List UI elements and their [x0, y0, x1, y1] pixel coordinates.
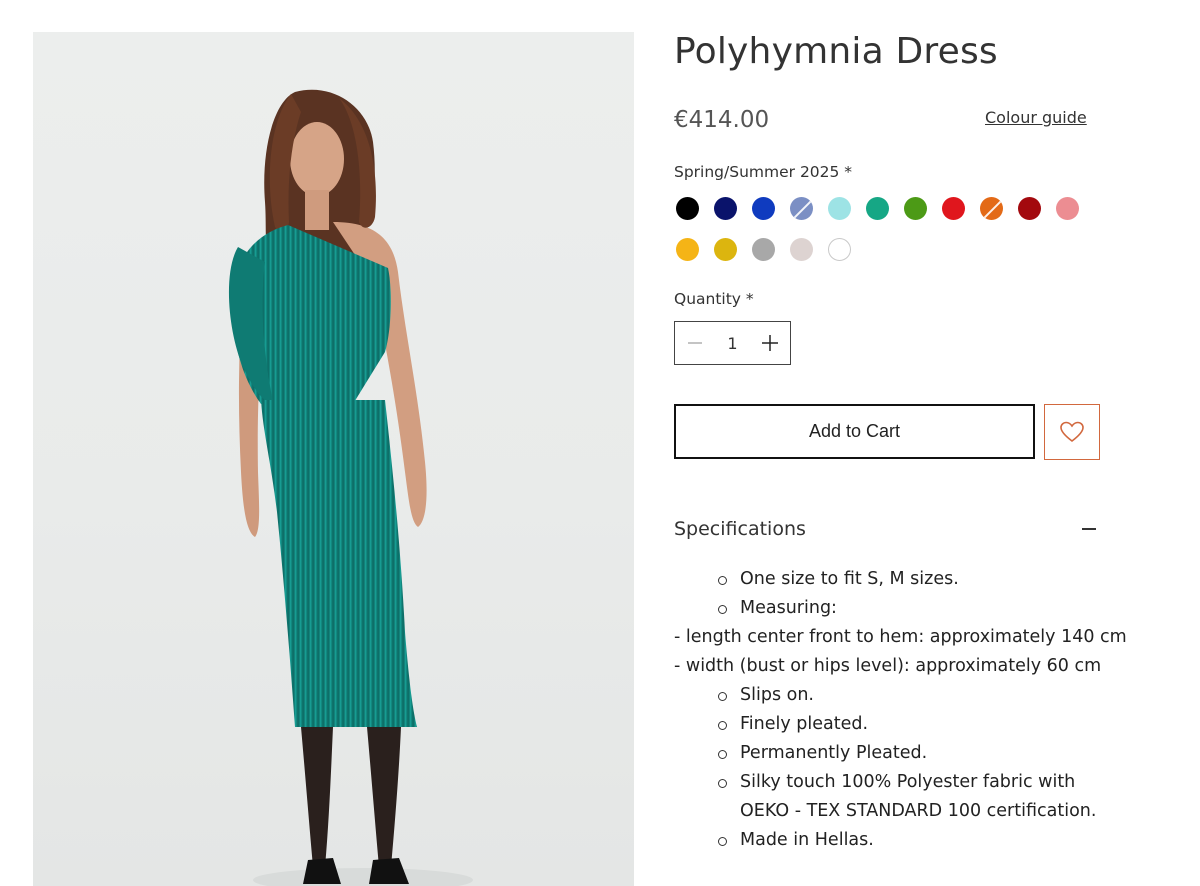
colour-swatch-amber[interactable] — [676, 238, 699, 261]
colour-swatch-white[interactable] — [828, 238, 851, 261]
spec-item: Measuring: — [674, 594, 1114, 623]
minus-icon — [688, 342, 702, 344]
spec-item-text: Measuring: — [740, 598, 837, 618]
colour-swatch-light-taupe[interactable] — [790, 238, 813, 261]
spec-item-text: Silky touch 100% Polyester fabric with — [740, 772, 1076, 792]
colour-swatch-black[interactable] — [676, 197, 699, 220]
colour-swatch-green[interactable] — [904, 197, 927, 220]
heart-icon — [1060, 421, 1084, 443]
spec-item-text: One size to fit S, M sizes. — [740, 569, 959, 589]
colour-swatch-grey[interactable] — [752, 238, 775, 261]
colour-swatch-jade[interactable] — [866, 197, 889, 220]
quantity-stepper: 1 — [674, 321, 791, 365]
colour-swatch-periwinkle[interactable] — [790, 197, 813, 220]
quantity-label: Quantity * — [674, 290, 754, 308]
colour-collection-label: Spring/Summer 2025 * — [674, 163, 853, 181]
spec-item: OEKO - TEX STANDARD 100 certification. — [674, 797, 1114, 826]
bullet-circle-icon — [718, 779, 727, 788]
product-image[interactable] — [33, 32, 634, 886]
add-to-cart-button[interactable]: Add to Cart — [674, 404, 1035, 459]
colour-swatch-orange[interactable] — [980, 197, 1003, 220]
collapse-icon — [1082, 528, 1096, 530]
spec-item: One size to fit S, M sizes. — [674, 565, 1114, 594]
colour-swatch-light-cyan[interactable] — [828, 197, 851, 220]
spec-item: Permanently Pleated. — [674, 739, 1114, 768]
colour-swatch-red[interactable] — [942, 197, 965, 220]
specifications-list: One size to fit S, M sizes. Measuring: - l… — [674, 565, 1127, 855]
colour-swatch-mustard[interactable] — [714, 238, 737, 261]
colour-swatch-pink[interactable] — [1056, 197, 1079, 220]
wishlist-button[interactable] — [1044, 404, 1100, 460]
quantity-increase-button[interactable] — [750, 322, 790, 364]
spec-item-text: - width (bust or hips level): approximat… — [674, 656, 1102, 676]
product-title: Polyhymnia Dress — [674, 31, 998, 72]
colour-swatch-dark-red[interactable] — [1018, 197, 1041, 220]
spec-item-text: Made in Hellas. — [740, 830, 874, 850]
spec-item: - length center front to hem: approximat… — [674, 623, 1127, 652]
spec-item: Slips on. — [674, 681, 1114, 710]
spec-item-text: Permanently Pleated. — [740, 743, 928, 763]
spec-item-text: OEKO - TEX STANDARD 100 certification. — [740, 801, 1097, 821]
quantity-decrease-button[interactable] — [675, 322, 715, 364]
bullet-circle-icon — [718, 576, 727, 585]
colour-guide-link[interactable]: Colour guide — [985, 108, 1087, 127]
spec-item-text: Finely pleated. — [740, 714, 869, 734]
specifications-title: Specifications — [674, 518, 806, 540]
bullet-circle-icon — [718, 692, 727, 701]
specifications-toggle[interactable]: Specifications — [674, 518, 1098, 540]
plus-icon — [762, 335, 778, 351]
colour-swatch-list — [676, 197, 1096, 261]
bullet-circle-icon — [718, 837, 727, 846]
spec-item-text: - length center front to hem: approximat… — [674, 627, 1127, 647]
spec-item: - width (bust or hips level): approximat… — [674, 652, 1114, 681]
bullet-circle-icon — [718, 605, 727, 614]
spec-item-text: Slips on. — [740, 685, 814, 705]
spec-item: Finely pleated. — [674, 710, 1114, 739]
spec-item: Made in Hellas. — [674, 826, 1114, 855]
spec-item: Silky touch 100% Polyester fabric with — [674, 768, 1114, 797]
colour-swatch-navy[interactable] — [714, 197, 737, 220]
product-price: €414.00 — [674, 107, 770, 133]
bullet-circle-icon — [718, 721, 727, 730]
colour-swatch-royal-blue[interactable] — [752, 197, 775, 220]
bullet-circle-icon — [718, 750, 727, 759]
quantity-input[interactable]: 1 — [715, 334, 750, 353]
